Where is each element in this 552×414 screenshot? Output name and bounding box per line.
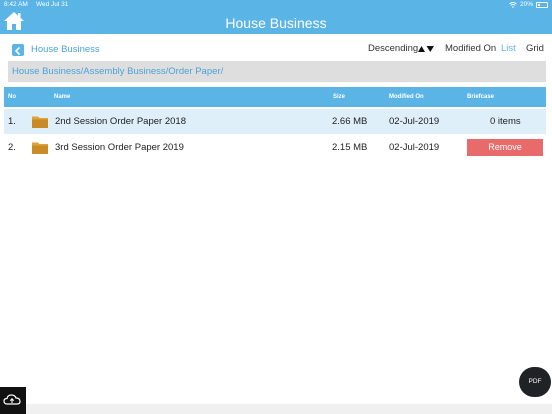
status-right: 20%: [509, 1, 548, 8]
battery-icon: [536, 1, 548, 8]
breadcrumb-path[interactable]: House Business/Assembly Business/Order P…: [12, 66, 223, 77]
briefcase-count: 0 items: [490, 116, 521, 127]
view-grid-button[interactable]: Grid: [526, 43, 544, 54]
table-row[interactable]: 2. 3rd Session Order Paper 2019 2.15 MB …: [4, 135, 546, 160]
back-button[interactable]: [12, 44, 24, 56]
column-briefcase: Briefcase: [467, 94, 495, 100]
sort-order-toggle[interactable]: Descending: [368, 43, 418, 54]
bottom-bar: [26, 404, 552, 414]
status-bar: 8:42 AM Wed Jul 31 20%: [0, 0, 552, 10]
battery-percent: 20%: [519, 1, 533, 8]
row-modified: 02-Jul-2019: [389, 142, 440, 153]
app-header: House Business: [0, 10, 552, 34]
wifi-icon: [509, 1, 517, 8]
folder-icon: [32, 142, 48, 154]
cloud-upload-button[interactable]: [0, 387, 26, 414]
status-date: Wed Jul 31: [36, 1, 69, 8]
row-name[interactable]: 3rd Session Order Paper 2019: [55, 142, 184, 153]
row-number: 1.: [8, 116, 16, 127]
sort-field-button[interactable]: Modified On: [445, 43, 496, 54]
back-chevron-icon: [14, 46, 21, 56]
folder-icon: [32, 116, 48, 128]
back-label[interactable]: House Business: [31, 44, 100, 55]
column-modified: Modified On: [389, 94, 424, 100]
table-header: No Name Size Modified On Briefcase: [4, 87, 546, 107]
cloud-upload-icon: [3, 394, 21, 405]
path-bar: House Business/Assembly Business/Order P…: [8, 61, 546, 82]
row-number: 2.: [8, 142, 16, 153]
row-size: 2.15 MB: [332, 142, 368, 153]
row-modified: 02-Jul-2019: [389, 116, 440, 127]
column-no: No: [8, 94, 16, 100]
view-list-button[interactable]: List: [501, 43, 516, 54]
page-title: House Business: [225, 15, 327, 31]
column-name: Name: [54, 94, 71, 100]
toolbar: House Business Descending Modified On Li…: [8, 42, 546, 58]
pdf-button[interactable]: PDF: [519, 367, 551, 397]
column-size: Size: [333, 94, 346, 100]
table-row[interactable]: 1. 2nd Session Order Paper 2018 2.66 MB …: [4, 109, 546, 134]
status-time: 8:42 AM: [4, 1, 28, 8]
row-name[interactable]: 2nd Session Order Paper 2018: [55, 116, 186, 127]
sort-arrows-icon[interactable]: [418, 45, 434, 52]
row-size: 2.66 MB: [332, 116, 368, 127]
remove-button[interactable]: Remove: [467, 139, 543, 156]
